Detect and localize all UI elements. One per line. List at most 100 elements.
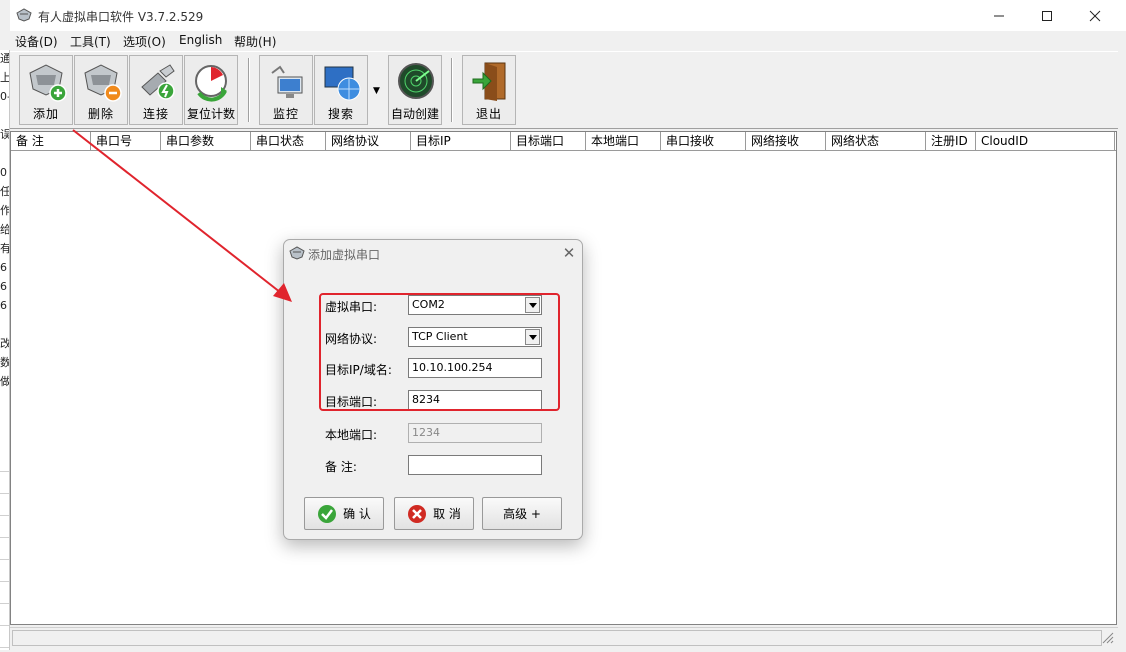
toolbar: 添加 删除 连接 复位计数 监控 搜索 ▼ 自动创建 退出 [10, 51, 1118, 129]
background-text: 作 [0, 204, 10, 217]
column-port-status[interactable]: 串口状态 [251, 132, 326, 150]
background-text [0, 107, 9, 126]
status-panel [12, 630, 1102, 646]
maximize-icon [1042, 10, 1052, 21]
local-port-label: 本地端口: [325, 428, 378, 442]
local-port-input: 1234 [408, 423, 542, 443]
toolbar-separator [248, 58, 250, 122]
column-cloud-id[interactable]: CloudID [976, 132, 1115, 150]
remark-row: 备 注: [284, 455, 584, 475]
column-target-ip[interactable]: 目标IP [411, 132, 511, 150]
app-icon [16, 8, 32, 22]
delete-button[interactable]: 删除 [74, 55, 128, 125]
app-icon [289, 246, 305, 260]
exit-label: 退出 [475, 107, 502, 121]
menu-help[interactable]: 帮助(H) [234, 33, 276, 50]
search-dropdown-icon[interactable]: ▼ [373, 86, 380, 96]
column-network-status[interactable]: 网络状态 [826, 132, 926, 150]
background-text: 6 [0, 299, 7, 312]
dialog-close-button[interactable]: ✕ [560, 244, 578, 262]
menu-tools[interactable]: 工具(T) [70, 33, 111, 50]
cancel-button[interactable]: 取 消 [394, 497, 474, 530]
column-protocol[interactable]: 网络协议 [326, 132, 411, 150]
background-text: 0 [0, 166, 7, 179]
monitor-icon [271, 65, 303, 98]
background-text: 给 [0, 223, 10, 236]
background-text: 0- [0, 90, 10, 103]
monitor-button[interactable]: 监控 [259, 55, 313, 125]
background-text: 有 [0, 242, 10, 255]
radar-icon [398, 63, 434, 99]
background-text: 改 [0, 337, 10, 350]
column-target-port[interactable]: 目标端口 [511, 132, 586, 150]
background-text: 上 [0, 71, 10, 84]
connect-icon [141, 64, 175, 100]
column-remark[interactable]: 备 注 [11, 132, 91, 150]
reset-count-label: 复位计数 [186, 107, 235, 121]
delete-port-icon [84, 64, 122, 102]
background-lines [0, 450, 9, 650]
advanced-label: 高级 + [503, 507, 541, 521]
title-bar: 有人虚拟串口软件 V3.7.2.529 [10, 0, 1126, 31]
cancel-icon [408, 504, 427, 523]
column-network-rx[interactable]: 网络接收 [746, 132, 826, 150]
close-button[interactable] [1072, 0, 1118, 31]
background-window: 通上 0- 误 0 任作给有 6 6 6 改数做 [0, 50, 10, 650]
ok-label: 确 认 [343, 507, 371, 521]
minimize-button[interactable] [976, 0, 1022, 31]
delete-label: 删除 [87, 107, 114, 121]
column-port[interactable]: 串口号 [91, 132, 161, 150]
add-port-icon [29, 64, 67, 102]
list-header: 备 注 串口号 串口参数 串口状态 网络协议 目标IP 目标端口 本地端口 串口… [11, 132, 1116, 151]
menu-options[interactable]: 选项(O) [123, 33, 166, 50]
annotation-highlight-box [319, 293, 560, 411]
monitor-label: 监控 [272, 107, 299, 121]
search-button[interactable]: 搜索 [314, 55, 368, 125]
background-text [0, 145, 9, 164]
resize-grip-icon[interactable] [1102, 632, 1114, 644]
window-title: 有人虚拟串口软件 V3.7.2.529 [38, 10, 204, 24]
background-text: 6 [0, 261, 7, 274]
column-port-params[interactable]: 串口参数 [161, 132, 251, 150]
toolbar-separator [451, 58, 453, 122]
column-register-id[interactable]: 注册ID [926, 132, 976, 150]
background-text: 任 [0, 185, 10, 198]
close-icon [1089, 10, 1101, 21]
reset-gauge-icon [195, 65, 227, 102]
dialog-title: 添加虚拟串口 [308, 248, 381, 262]
add-button[interactable]: 添加 [19, 55, 73, 125]
background-text: 误 [0, 128, 10, 141]
background-text: 做 [0, 375, 10, 388]
add-virtual-port-dialog: 添加虚拟串口 ✕ 虚拟串口: COM2 网络协议: TCP Client 目标I… [283, 239, 583, 540]
status-bar [10, 627, 1118, 647]
dialog-title-bar: 添加虚拟串口 ✕ [284, 240, 582, 266]
local-port-row: 本地端口: 1234 [284, 423, 584, 443]
background-text [0, 316, 9, 335]
advanced-button[interactable]: 高级 + [482, 497, 562, 530]
reset-count-button[interactable]: 复位计数 [184, 55, 238, 125]
ok-button[interactable]: 确 认 [304, 497, 384, 530]
menu-bar: 设备(D) 工具(T) 选项(O) English 帮助(H) [10, 31, 1126, 51]
auto-create-label: 自动创建 [390, 107, 439, 121]
maximize-button[interactable] [1024, 0, 1070, 31]
background-text: 通 [0, 52, 10, 65]
background-text: 数 [0, 356, 10, 369]
search-globe-icon [324, 66, 361, 101]
check-icon [318, 504, 337, 523]
connect-button[interactable]: 连接 [129, 55, 183, 125]
exit-button[interactable]: 退出 [462, 55, 516, 125]
remark-label: 备 注: [325, 460, 357, 474]
connect-label: 连接 [142, 107, 169, 121]
exit-door-icon [472, 62, 506, 101]
cancel-label: 取 消 [433, 507, 461, 521]
auto-create-button[interactable]: 自动创建 [388, 55, 442, 125]
remark-input[interactable] [408, 455, 542, 475]
minimize-icon [994, 15, 1004, 16]
add-label: 添加 [32, 107, 59, 121]
column-serial-rx[interactable]: 串口接收 [661, 132, 746, 150]
background-text: 6 [0, 280, 7, 293]
menu-english[interactable]: English [179, 33, 222, 47]
menu-device[interactable]: 设备(D) [15, 33, 58, 50]
search-label: 搜索 [327, 107, 354, 121]
column-local-port[interactable]: 本地端口 [586, 132, 661, 150]
